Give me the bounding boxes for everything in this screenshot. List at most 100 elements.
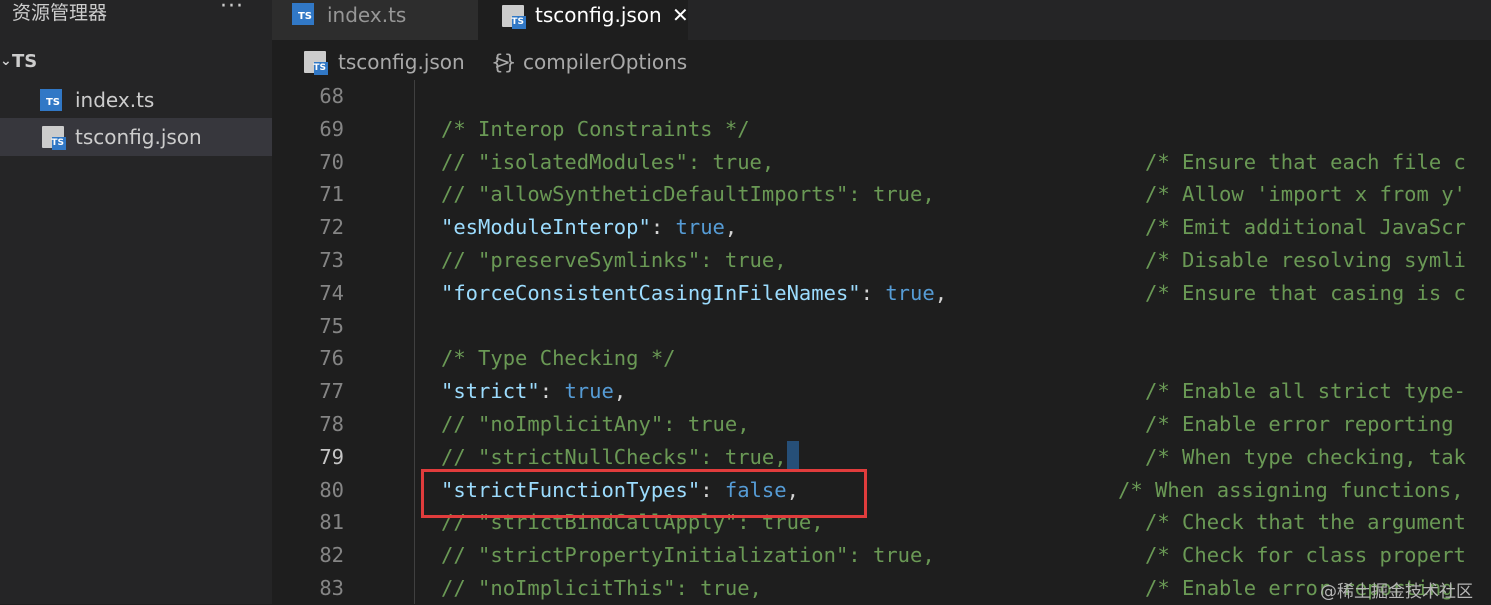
breadcrumb: TS tsconfig.json > {} compilerOptions	[272, 44, 1491, 80]
trailing-comment: /* Emit additional JavaScr	[1145, 215, 1466, 240]
typescript-file-icon: TS	[40, 89, 62, 111]
trailing-comment: /* Ensure that casing is c	[1145, 280, 1466, 305]
folder-ts[interactable]: ⌄ TS	[0, 48, 272, 76]
comment-text: // "strictNullChecks": true,	[441, 444, 787, 469]
code-line[interactable]: 69 /* Interop Constraints */	[272, 113, 1491, 146]
code-line[interactable]: 77 "strict": true, /* Enable all strict ty…	[272, 375, 1491, 408]
file-item-index-ts[interactable]: TS index.ts	[0, 81, 272, 119]
line-number: 70	[319, 149, 344, 174]
code-text: // "noImplicitAny": true,	[441, 408, 750, 441]
line-number: 79	[319, 444, 344, 469]
comment-text: // "preserveSymlinks": true,	[441, 248, 787, 272]
line-number: 82	[319, 543, 344, 568]
chevron-down-icon[interactable]: ⌄	[0, 47, 12, 75]
line-number: 81	[319, 510, 344, 535]
code-text: "forceConsistentCasingInFileNames": true…	[441, 277, 947, 310]
json-key: "esModuleInterop"	[441, 215, 651, 240]
code-line[interactable]: 78 // "noImplicitAny": true, /* Enable err…	[272, 408, 1491, 441]
explorer-title: 资源管理器	[12, 2, 108, 24]
code-text: // "strictPropertyInitialization": true,	[441, 539, 935, 572]
line-number: 78	[319, 412, 344, 436]
comment-text: // "noImplicitThis": true,	[441, 576, 762, 600]
trailing-comment: /* When assigning functions,	[1118, 477, 1464, 502]
code-line[interactable]: 82 // "strictPropertyInitialization": tru…	[272, 539, 1491, 572]
json-value: true	[885, 280, 935, 305]
code-text: /* Type Checking */	[441, 342, 676, 375]
code-line[interactable]: 72 "esModuleInterop": true, /* Emit additi…	[272, 211, 1491, 244]
json-value: true	[564, 379, 614, 404]
tsconfig-file-icon: TS	[502, 5, 526, 29]
line-number: 75	[319, 313, 344, 338]
code-text: "esModuleInterop": true,	[441, 211, 737, 244]
tab-index-ts[interactable]: TS index.ts	[272, 0, 478, 40]
code-line[interactable]: 73 // "preserveSymlinks": true, /* Disable…	[272, 244, 1491, 277]
annotation-highlight-box	[421, 469, 867, 518]
comment-text: // "strictPropertyInitialization": true,	[441, 543, 935, 568]
line-number: 76	[319, 346, 344, 371]
comment-text: // "allowSyntheticDefaultImports": true,	[441, 182, 935, 207]
file-item-tsconfig[interactable]: TS tsconfig.json	[0, 118, 272, 156]
tab-bar: TS index.ts TS tsconfig.json ✕	[272, 0, 1491, 40]
typescript-file-icon: TS	[292, 3, 314, 25]
code-line[interactable]: 75	[272, 310, 1491, 343]
code-text: // "allowSyntheticDefaultImports": true,	[441, 178, 935, 211]
json-value: true	[675, 215, 725, 240]
tsconfig-file-icon: TS	[304, 51, 328, 75]
folder-name: TS	[12, 51, 38, 72]
trailing-comment: /* Enable all strict type-	[1145, 379, 1466, 404]
line-number: 80	[319, 477, 344, 502]
line-number: 77	[319, 379, 344, 404]
code-text: // "preserveSymlinks": true,	[441, 244, 787, 277]
breadcrumb-section[interactable]: compilerOptions	[523, 44, 687, 80]
trailing-comment: /* Check for class propert	[1145, 543, 1466, 568]
code-line[interactable]: 71 // "allowSyntheticDefaultImports": tru…	[272, 178, 1491, 211]
comment-text: // "isolatedModules": true,	[441, 149, 775, 174]
json-key: "strict"	[441, 379, 540, 404]
watermark: @稀土掘金技术社区	[1320, 582, 1473, 602]
explorer-sidebar: 资源管理器 ··· ⌄ TS TS index.ts TS tsconfig.j…	[0, 0, 272, 604]
trailing-comment: /* Ensure that each file c	[1145, 149, 1466, 174]
tab-label: tsconfig.json	[535, 3, 662, 27]
code-line[interactable]: 70 // "isolatedModules": true, /* Ensure t…	[272, 146, 1491, 179]
code-text: "strict": true,	[441, 375, 626, 408]
code-line[interactable]: 68	[272, 80, 1491, 113]
line-number: 69	[319, 116, 344, 141]
file-label: index.ts	[75, 88, 155, 112]
code-editor[interactable]: 68 69 /* Interop Constraints */ 70 // "isola…	[272, 80, 1491, 604]
tsconfig-file-icon: TS	[42, 126, 66, 150]
code-line[interactable]: 74 "forceConsistentCasingInFileNames": tr…	[272, 277, 1491, 310]
line-number: 83	[319, 576, 344, 600]
json-colon: :	[650, 215, 676, 240]
json-comma: ,	[724, 215, 738, 240]
comment-text: // "noImplicitAny": true,	[441, 412, 750, 436]
trailing-comment: /* Disable resolving symli	[1145, 248, 1466, 272]
line-number: 72	[319, 215, 344, 240]
json-key: "forceConsistentCasingInFileNames"	[441, 280, 861, 305]
text-cursor	[786, 440, 799, 471]
line-number: 68	[319, 84, 344, 108]
trailing-comment: /* Allow 'import x from y'	[1145, 182, 1466, 207]
code-line[interactable]: 76 /* Type Checking */	[272, 342, 1491, 375]
line-number: 73	[319, 248, 344, 272]
close-icon[interactable]: ✕	[672, 0, 689, 30]
comment-text: /* Type Checking */	[441, 346, 676, 371]
json-colon: :	[539, 379, 565, 404]
trailing-comment: /* Enable error reporting	[1145, 412, 1466, 436]
tab-tsconfig[interactable]: TS tsconfig.json ✕	[478, 0, 689, 40]
code-text: // "noImplicitThis": true,	[441, 572, 762, 605]
code-text: // "isolatedModules": true,	[441, 146, 774, 179]
object-symbol-icon: {}	[491, 50, 517, 74]
code-text: /* Interop Constraints */	[441, 113, 750, 146]
json-comma: ,	[934, 280, 948, 305]
code-line[interactable]: 83// "noImplicitThis": true,/* Enable er…	[272, 572, 1491, 605]
line-number: 74	[319, 280, 344, 305]
json-colon: :	[860, 280, 886, 305]
json-comma: ,	[613, 379, 627, 404]
line-number: 71	[319, 182, 344, 207]
trailing-comment: /* Check that the argument	[1145, 510, 1466, 535]
more-actions-icon[interactable]: ···	[220, 0, 244, 19]
tab-label: index.ts	[327, 3, 407, 27]
breadcrumb-file[interactable]: tsconfig.json	[338, 44, 465, 80]
trailing-comment: /* When type checking, tak	[1145, 444, 1466, 469]
file-label: tsconfig.json	[75, 125, 202, 149]
